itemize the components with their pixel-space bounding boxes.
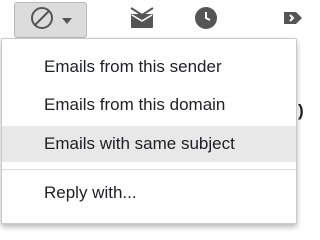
background-text-fragment: )	[298, 101, 304, 120]
move-button[interactable]	[124, 2, 160, 38]
menu-item-same-subject[interactable]: Emails with same subject	[2, 126, 296, 162]
filter-dropdown-button[interactable]	[14, 2, 87, 38]
toolbar	[0, 0, 307, 42]
menu-item-reply-with[interactable]: Reply with...	[2, 175, 296, 211]
envelope-icon	[129, 6, 155, 35]
snooze-button[interactable]	[188, 2, 224, 38]
caret-down-icon	[61, 11, 72, 29]
menu-item-label: Emails with same subject	[44, 134, 235, 153]
menu-item-label: Emails from this domain	[44, 95, 226, 114]
arrow-label-icon	[282, 6, 306, 35]
menu-item-label: Reply with...	[44, 183, 137, 202]
menu-divider	[2, 169, 296, 170]
label-button[interactable]	[276, 2, 312, 38]
menu-item-from-domain[interactable]: Emails from this domain	[2, 87, 296, 123]
no-entry-icon	[30, 6, 54, 35]
filter-dropdown-menu: Emails from this sender Emails from this…	[1, 38, 297, 224]
menu-item-label: Emails from this sender	[44, 57, 222, 76]
screen: ) Emails from this sender Emails from th…	[0, 0, 307, 233]
menu-item-from-sender[interactable]: Emails from this sender	[2, 49, 296, 85]
clock-icon	[194, 6, 218, 35]
